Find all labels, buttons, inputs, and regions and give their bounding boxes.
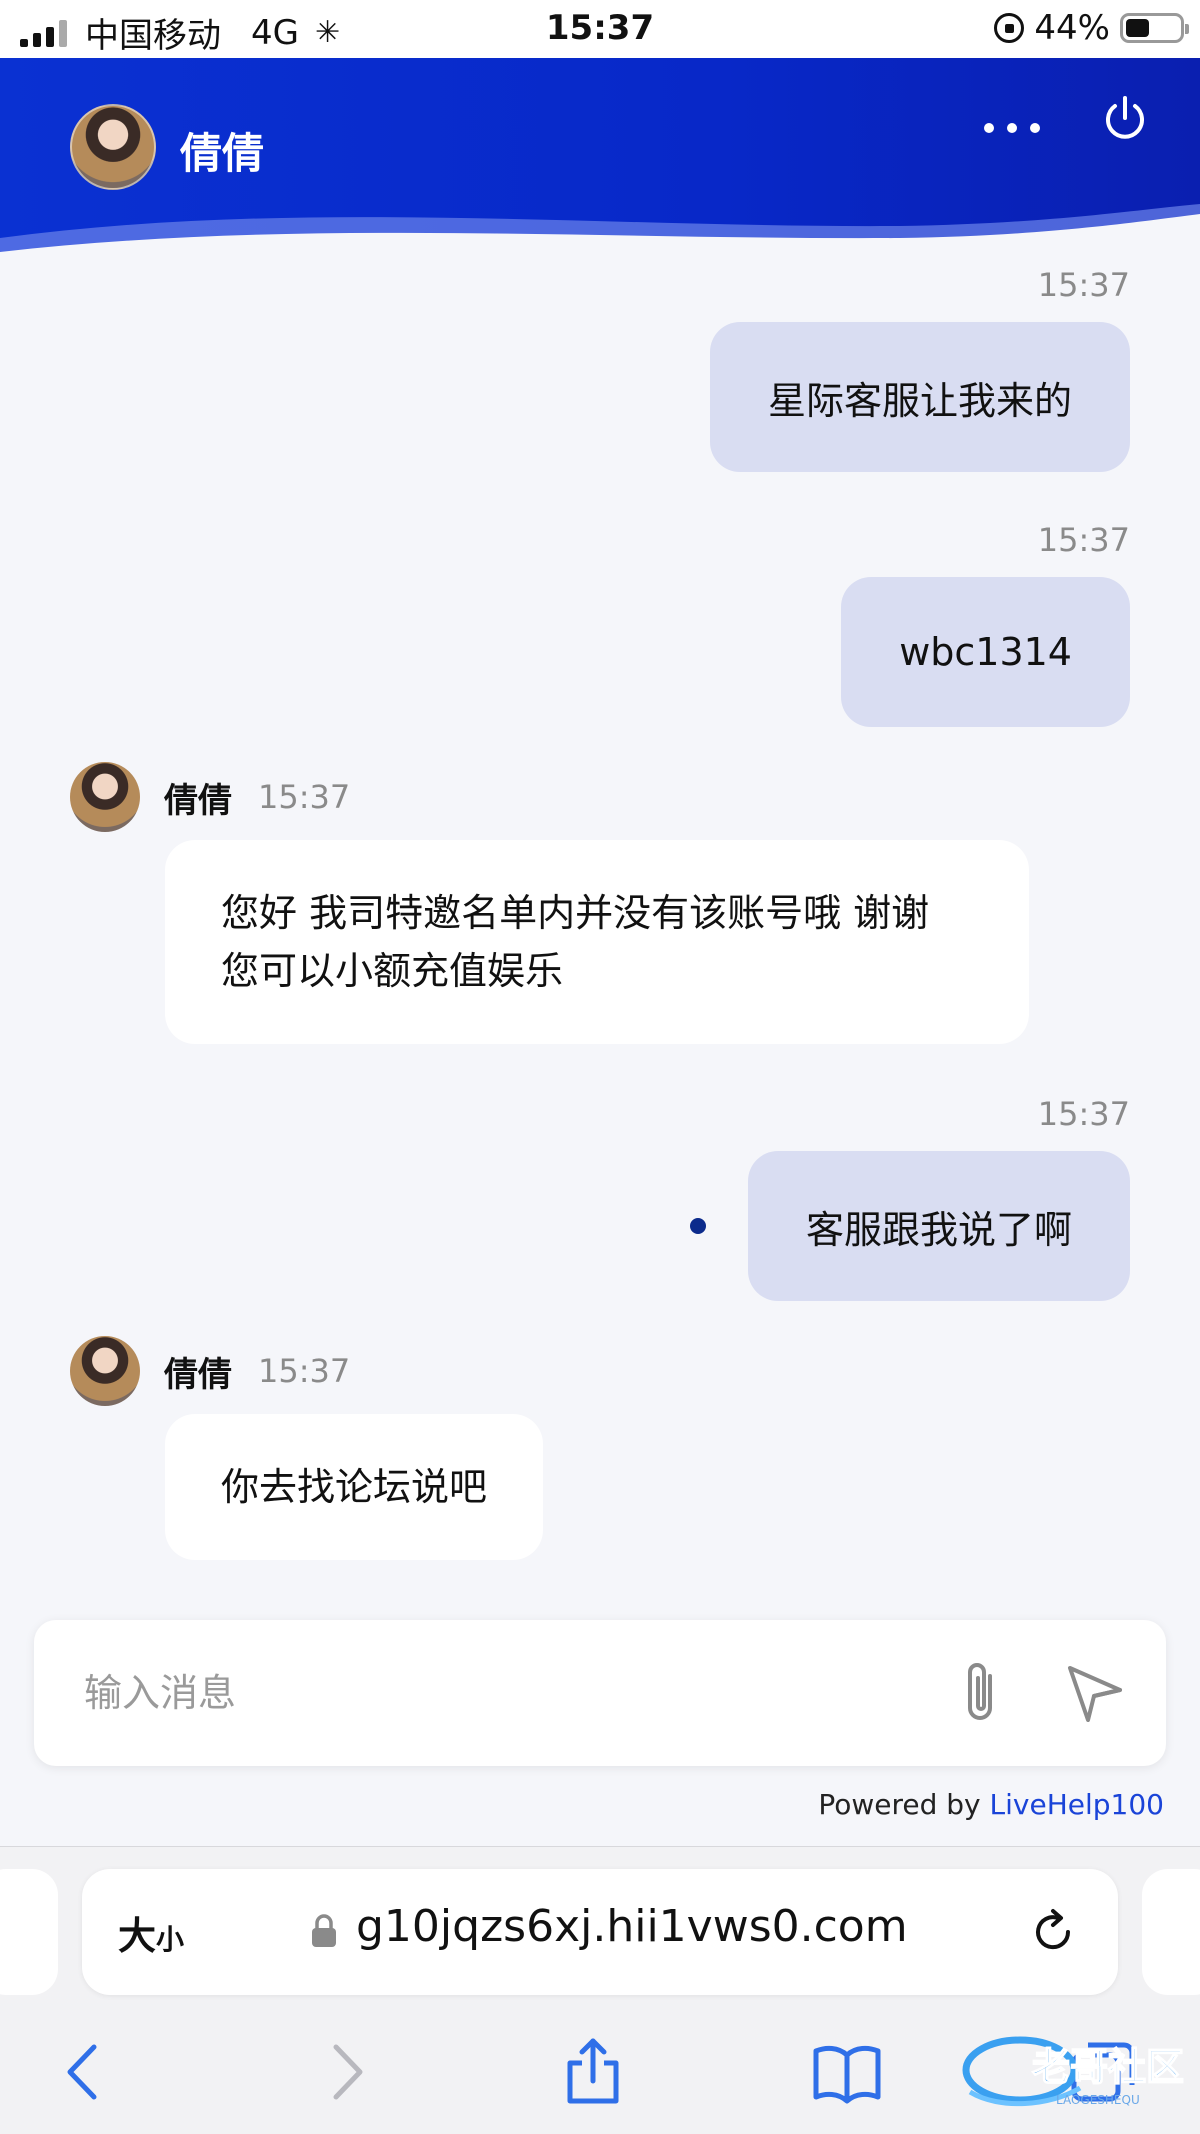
rotation-lock-icon xyxy=(994,13,1025,43)
send-icon[interactable] xyxy=(1064,1662,1126,1724)
url-text: g10jqzs6xj.hii1vws0.com xyxy=(356,1901,908,1952)
status-bar: 中国移动 4G ✳ 15:37 44% xyxy=(0,0,1200,58)
message-time: 15:37 xyxy=(1037,1095,1130,1133)
message-input[interactable] xyxy=(84,1656,904,1730)
text-size-button[interactable]: 大小 xyxy=(118,1905,184,1960)
header-wave xyxy=(0,204,1200,258)
message-time: 15:37 xyxy=(1037,521,1130,559)
lock-icon xyxy=(312,1914,336,1947)
message-composer xyxy=(34,1620,1166,1766)
battery-icon xyxy=(1120,13,1189,43)
next-tab-preview[interactable] xyxy=(1142,1869,1200,1995)
powered-by: Powered by LiveHelp100 xyxy=(818,1788,1164,1821)
agent-message-header: 倩倩 15:37 xyxy=(70,762,350,832)
message-bubble-incoming[interactable]: 您好 我司特邀名单内并没有该账号哦 谢谢 您可以小额充值娱乐 xyxy=(165,840,1029,1044)
share-icon[interactable] xyxy=(558,2037,628,2107)
message-bubble-outgoing[interactable]: 星际客服让我来的 xyxy=(709,322,1130,472)
sender-name: 倩倩 xyxy=(164,780,232,821)
message-time: 15:37 xyxy=(258,778,351,816)
message-time: 15:37 xyxy=(258,1352,351,1390)
agent-name: 倩倩 xyxy=(180,129,265,178)
text-size-label: 大 xyxy=(118,1914,157,1958)
svg-text:LAOGESHEQU: LAOGESHEQU xyxy=(1056,2093,1140,2107)
back-icon[interactable] xyxy=(50,2037,120,2107)
message-bubble-outgoing[interactable]: wbc1314 xyxy=(841,577,1130,727)
bookmarks-icon[interactable] xyxy=(812,2037,882,2107)
agent-message-header: 倩倩 15:37 xyxy=(70,1336,350,1406)
battery-percent: 44% xyxy=(1034,8,1110,48)
forward-icon[interactable] xyxy=(310,2037,380,2107)
powered-prefix: Powered by xyxy=(818,1788,981,1821)
attachment-icon[interactable] xyxy=(952,1658,1012,1728)
agent-avatar xyxy=(70,104,156,190)
message-time: 15:37 xyxy=(1037,266,1130,304)
agent-avatar xyxy=(70,1336,140,1406)
agent-avatar xyxy=(70,762,140,832)
watermark-logo: 老哥社区 LAOGESHEQU xyxy=(962,2036,1185,2107)
message-bubble-outgoing[interactable]: 客服跟我说了啊 xyxy=(747,1151,1130,1301)
message-bubble-incoming[interactable]: 你去找论坛说吧 xyxy=(165,1414,544,1560)
sender-name: 倩倩 xyxy=(164,1354,232,1395)
unread-dot-icon xyxy=(690,1218,706,1234)
reload-icon[interactable] xyxy=(1028,1907,1078,1957)
previous-tab-preview[interactable] xyxy=(0,1869,58,1995)
livehelp-link[interactable]: LiveHelp100 xyxy=(990,1788,1164,1821)
more-options-button[interactable] xyxy=(984,108,1040,148)
power-icon[interactable] xyxy=(1100,94,1150,144)
chat-header: 倩倩 xyxy=(0,58,1200,258)
address-bar[interactable]: 大小 g10jqzs6xj.hii1vws0.com xyxy=(82,1869,1118,1995)
text-size-small: 小 xyxy=(156,1923,185,1956)
svg-text:老哥社区: 老哥社区 xyxy=(1032,2045,1184,2089)
